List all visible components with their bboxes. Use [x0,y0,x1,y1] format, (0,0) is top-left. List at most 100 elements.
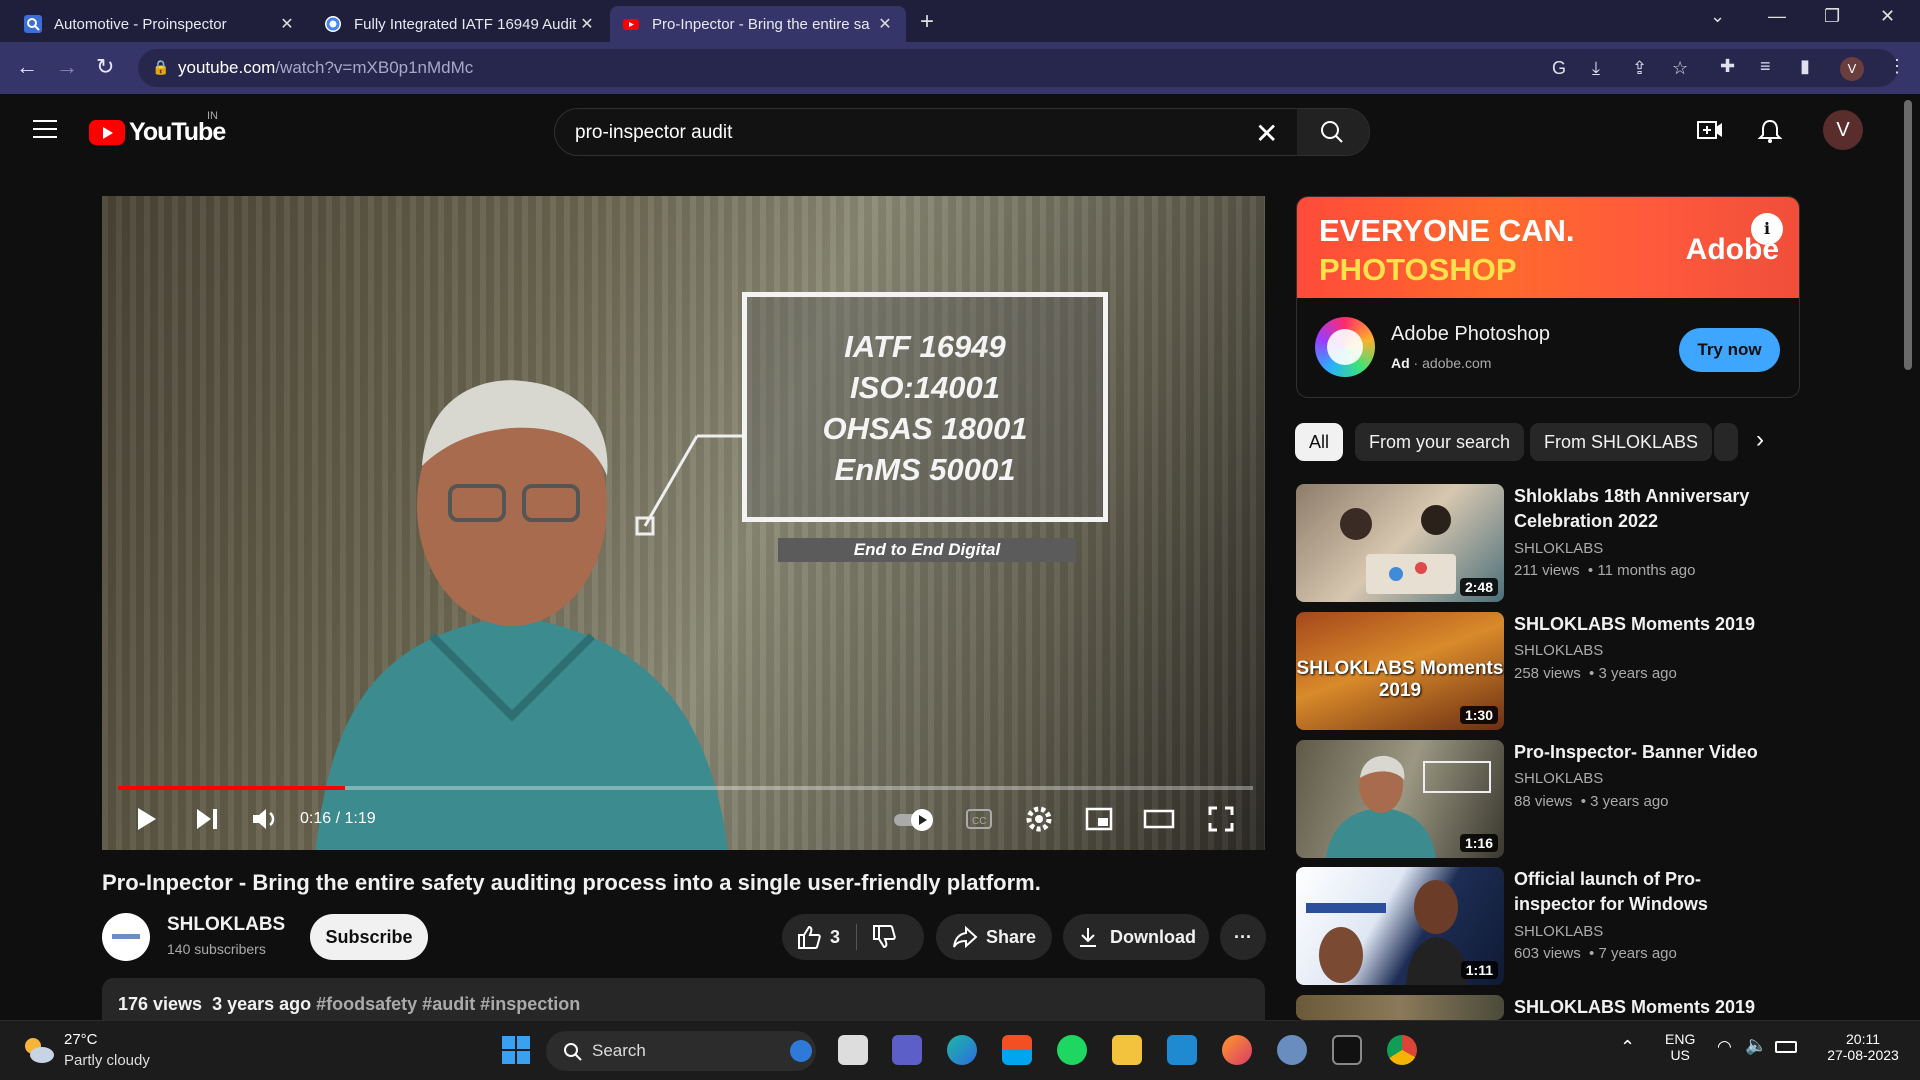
rec-title[interactable]: SHLOKLABS Moments 2019 [1514,612,1774,637]
list-item[interactable]: 1:11 Official launch of Pro-inspector fo… [1296,867,1801,987]
list-item[interactable]: SHLOKLABS Moments 2019 [1296,995,1801,1020]
vscode-icon[interactable] [1167,1035,1197,1065]
tab-pro-inpector-video[interactable]: Pro-Inpector - Bring the entire sa ✕ [610,6,906,42]
chip-from-your-search[interactable]: From your search [1355,423,1525,461]
dislike-thumb-icon[interactable] [871,924,897,950]
taskbar-search[interactable]: Search [546,1031,816,1071]
spotify-icon[interactable] [1057,1035,1087,1065]
weather-partly-cloudy-icon[interactable] [20,1033,56,1067]
chevron-right-icon[interactable]: › [1756,426,1764,454]
chevron-up-icon[interactable]: ⌃ [1620,1037,1635,1058]
ad-title[interactable]: Adobe Photoshop [1391,323,1550,346]
settings-icon[interactable] [1277,1035,1307,1065]
bing-icon[interactable] [790,1040,812,1062]
subscribe-button[interactable]: Subscribe [310,914,428,960]
extensions-icon[interactable]: ✚ [1720,56,1735,77]
rec-title[interactable]: Official launch of Pro-inspector for Win… [1514,867,1774,917]
list-item[interactable]: SHLOKLABS Moments 2019 1:30 SHLOKLABS Mo… [1296,612,1801,732]
youtube-logo[interactable]: YouTube IN [89,110,226,147]
clear-search-icon[interactable]: ✕ [1255,117,1278,150]
bookmark-star-icon[interactable]: ☆ [1672,58,1688,79]
download-button[interactable]: Download [1063,914,1209,960]
try-now-button[interactable]: Try now [1679,328,1780,372]
theater-mode-icon[interactable] [1142,804,1176,834]
channel-avatar[interactable] [102,913,150,961]
fullscreen-icon[interactable] [1206,804,1236,834]
video-thumbnail[interactable] [1296,995,1504,1020]
rec-channel[interactable]: SHLOKLABS [1514,642,1603,659]
share-button[interactable]: Share [936,914,1052,960]
miniplayer-icon[interactable] [1084,804,1114,834]
settings-gear-icon[interactable] [1024,804,1054,834]
reload-icon[interactable]: ↻ [96,54,114,80]
video-thumbnail[interactable]: 2:48 [1296,484,1504,602]
rec-title[interactable]: Pro-Inspector- Banner Video [1514,740,1774,765]
captions-icon[interactable]: CC [964,804,994,834]
clock[interactable]: 20:11 27-08-2023 [1818,1031,1908,1063]
google-lens-icon[interactable]: G [1552,58,1566,79]
video-thumbnail[interactable]: 1:16 [1296,740,1504,858]
task-view-icon[interactable] [838,1035,868,1065]
url-text[interactable]: youtube.com/watch?v=mXB0p1nMdMc [178,58,473,78]
channel-name[interactable]: SHLOKLABS [167,914,285,936]
share-page-icon[interactable]: ⇪ [1632,58,1647,79]
tab-automotive-proinspector[interactable]: Automotive - Proinspector ✕ [12,6,308,42]
store-icon[interactable] [1002,1035,1032,1065]
like-thumb-icon[interactable] [796,924,822,950]
edge-icon[interactable] [947,1035,977,1065]
play-icon[interactable] [132,804,162,834]
weather-desc[interactable]: Partly cloudy [64,1052,150,1069]
speaker-icon[interactable]: 🔈 [1745,1035,1767,1056]
rec-title[interactable]: SHLOKLABS Moments 2019 [1514,995,1774,1020]
new-tab-button[interactable]: + [920,8,934,36]
language-indicator[interactable]: ENG US [1665,1031,1695,1063]
chip-partial[interactable] [1714,423,1738,461]
minimize-icon[interactable]: — [1768,6,1786,27]
back-icon[interactable]: ← [16,54,38,80]
weather-temp[interactable]: 27°C [64,1031,98,1048]
media-control-icon[interactable]: ≡ [1760,56,1771,77]
file-explorer-icon[interactable] [1112,1035,1142,1065]
windows-start-icon[interactable] [502,1036,530,1064]
more-actions-icon[interactable]: ··· [1220,914,1266,960]
ad-banner[interactable]: EVERYONE CAN. PHOTOSHOP Adobe i [1297,197,1799,298]
autoplay-toggle[interactable] [892,804,938,834]
restore-icon[interactable]: ❐ [1824,6,1840,27]
tab-search-icon[interactable]: ⌄ [1710,6,1725,27]
tab-iatf-audit[interactable]: Fully Integrated IATF 16949 Audit ✕ [312,6,608,42]
list-item[interactable]: 2:48 Shloklabs 18th Anniversary Celebrat… [1296,484,1801,604]
chip-all[interactable]: All [1295,423,1344,461]
menu-icon[interactable]: ⋮ [1888,56,1906,77]
address-bar[interactable]: 🔒 youtube.com/watch?v=mXB0p1nMdMc G ⤓ ⇪ … [138,49,1898,87]
video-player[interactable]: IATF 16949 ISO:14001 OHSAS 18001 EnMS 50… [102,196,1265,850]
chip-from-shloklabs[interactable]: From SHLOKLABS [1530,423,1713,461]
rec-channel[interactable]: SHLOKLABS [1514,770,1603,787]
firefox-icon[interactable] [1222,1035,1252,1065]
wifi-icon[interactable]: ◠ [1717,1037,1732,1057]
terminal-icon[interactable] [1332,1035,1362,1065]
install-icon[interactable]: ⤓ [1592,58,1600,79]
teams-icon[interactable] [892,1035,922,1065]
browser-profile-avatar[interactable]: V [1840,57,1864,81]
volume-icon[interactable] [250,804,280,834]
user-avatar[interactable]: V [1823,110,1863,150]
hashtags[interactable]: #foodsafety #audit #inspection [316,994,580,1014]
forward-icon[interactable]: → [56,54,78,80]
search-box[interactable]: pro-inspector audit ✕ [554,108,1370,156]
ad-card[interactable]: EVERYONE CAN. PHOTOSHOP Adobe i Adobe Ph… [1296,196,1800,398]
close-tab-icon[interactable]: ✕ [278,14,296,34]
page-scrollbar[interactable] [1904,100,1912,370]
close-tab-icon[interactable]: ✕ [578,14,596,34]
guide-menu-icon[interactable] [33,120,57,138]
close-tab-icon[interactable]: ✕ [876,14,894,34]
ad-info-icon[interactable]: i [1751,213,1783,245]
list-item[interactable]: 1:16 Pro-Inspector- Banner Video SHLOKLA… [1296,740,1801,860]
side-panel-icon[interactable]: ▮ [1800,56,1810,77]
video-thumbnail[interactable]: SHLOKLABS Moments 2019 1:30 [1296,612,1504,730]
battery-icon[interactable] [1775,1041,1797,1053]
rec-channel[interactable]: SHLOKLABS [1514,540,1603,557]
close-window-icon[interactable]: ✕ [1880,6,1895,27]
create-video-icon[interactable] [1696,118,1724,142]
rec-title[interactable]: Shloklabs 18th Anniversary Celebration 2… [1514,484,1774,534]
search-button[interactable] [1297,109,1369,155]
